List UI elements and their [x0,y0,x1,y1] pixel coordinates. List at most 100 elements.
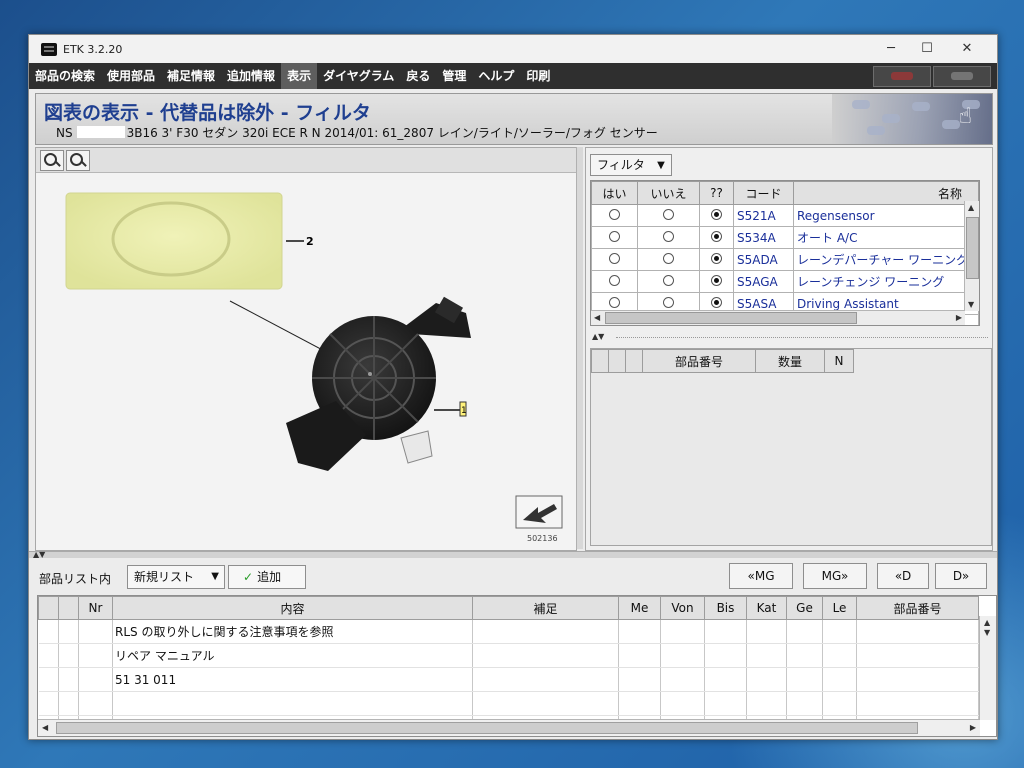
zoom-out-button[interactable] [66,150,90,171]
col-quantity[interactable]: 数量 [755,349,825,373]
col-code[interactable]: コード [733,181,794,205]
arrow-icon[interactable] [515,495,563,529]
next-mg-button[interactable]: MG» [803,563,867,589]
col-mark[interactable] [58,596,79,620]
parts-list-vscroll[interactable]: ▲ ▼ [979,616,996,720]
scroll-thumb[interactable] [966,217,979,279]
row-cell [618,691,661,716]
row-content: リペア マニュアル [112,643,473,668]
col-part-number[interactable]: 部品番号 [642,349,756,373]
col-supplement[interactable]: 補足 [472,596,619,620]
option-row[interactable]: S5ADA レーンデパーチャー ワーニング [591,248,979,271]
option-row[interactable]: S5AGA レーンチェンジ ワーニング [591,270,979,293]
col-bis[interactable]: Bis [704,596,747,620]
option-row[interactable]: S521A Regensensor [591,204,979,227]
table-row[interactable]: リペア マニュアル [38,643,979,668]
radio-yes[interactable] [609,274,620,286]
menu-display[interactable]: 表示 [281,63,318,89]
radio-cell [591,226,638,249]
table-row[interactable]: 51 31 011 [38,667,979,692]
col-yes[interactable]: はい [591,181,638,205]
callout-1[interactable]: 1 [461,406,467,416]
parts-diagram[interactable]: 2 1 502136 [36,173,576,550]
col-unknown[interactable]: ?? [699,181,734,205]
col-me[interactable]: Me [618,596,661,620]
col-content[interactable]: 内容 [112,596,473,620]
col-le[interactable]: Le [822,596,857,620]
table-row[interactable]: RLS の取り外しに関する注意事項を参照 [38,619,979,644]
row-cell [856,691,979,716]
col-von[interactable]: Von [660,596,705,620]
menu-diagram[interactable]: ダイヤグラム [317,63,400,89]
col-nr[interactable]: Nr [78,596,113,620]
col-kat[interactable]: Kat [746,596,787,620]
row-cell [746,691,787,716]
col-blank-3[interactable] [625,349,643,373]
close-button[interactable]: ✕ [953,39,981,59]
radio-yes[interactable] [609,208,620,220]
radio-yes[interactable] [609,252,620,264]
row-cell [856,667,979,692]
option-row[interactable]: S534A オート A/C [591,226,979,249]
filter-dropdown[interactable]: フィルタ ▼ [590,154,672,176]
vehicle-button[interactable] [873,66,931,87]
zoom-in-button[interactable] [40,150,64,171]
next-d-button[interactable]: D» [935,563,987,589]
option-table-vscroll[interactable]: ▲ ▼ [964,201,979,311]
callout-2[interactable]: 2 [306,235,314,248]
col-name[interactable]: 名称 [793,181,979,205]
vehicle-button-2[interactable] [933,66,991,87]
col-part-no[interactable]: 部品番号 [856,596,979,620]
col-ge[interactable]: Ge [786,596,823,620]
radio-unknown[interactable] [711,252,722,264]
collapse-arrows-icon[interactable]: ▲▼ [592,332,604,341]
prev-d-button[interactable]: «D [877,563,929,589]
radio-unknown[interactable] [711,296,722,308]
menu-used-parts[interactable]: 使用部品 [101,63,161,89]
parts-list-select[interactable]: 新規リスト ▼ [127,565,225,589]
radio-yes[interactable] [609,296,620,308]
col-no[interactable]: いいえ [637,181,700,205]
radio-no[interactable] [663,230,674,242]
minimize-button[interactable]: ─ [877,39,905,59]
parts-quantity-table: 部品番号 数量 N [590,348,992,546]
radio-no[interactable] [663,296,674,308]
radio-unknown[interactable] [711,208,722,220]
row-cell [660,667,705,692]
scroll-thumb[interactable] [605,312,857,324]
vertical-splitter[interactable] [576,147,583,549]
radio-no[interactable] [663,252,674,264]
menu-additional-info[interactable]: 追加情報 [221,63,281,89]
radio-no[interactable] [663,208,674,220]
prev-mg-button[interactable]: «MG [729,563,793,589]
radio-no[interactable] [663,274,674,286]
option-name: レーンデパーチャー ワーニング [793,248,979,271]
maximize-button[interactable]: ☐ [913,39,941,59]
scroll-thumb[interactable] [56,722,918,734]
row-cell [472,691,619,716]
col-n[interactable]: N [824,349,854,373]
menu-back[interactable]: 戻る [400,63,436,89]
radio-unknown[interactable] [711,274,722,286]
table-row[interactable] [38,691,979,716]
row-cell [822,667,857,692]
radio-cell [591,270,638,293]
col-blank-2[interactable] [608,349,626,373]
parts-list-hscroll[interactable]: ◀ ▶ [38,719,980,736]
menu-supplementary-info[interactable]: 補足情報 [161,63,221,89]
radio-unknown[interactable] [711,230,722,242]
menu-admin[interactable]: 管理 [436,63,472,89]
window-title: ETK 3.2.20 [63,43,123,56]
add-button[interactable]: ✓ 追加 [228,565,306,589]
menu-search-parts[interactable]: 部品の検索 [29,63,101,89]
radio-yes[interactable] [609,230,620,242]
menu-help[interactable]: ヘルプ [472,63,520,89]
option-table-hscroll[interactable]: ◀ ▶ [591,310,965,325]
splitter-line [616,337,988,338]
zoom-toolbar [36,148,576,173]
row-cell [856,643,979,668]
menu-bar: 部品の検索 使用部品 補足情報 追加情報 表示 ダイヤグラム 戻る 管理 ヘルプ 印刷 [29,63,997,89]
option-name: オート A/C [793,226,979,249]
menu-print[interactable]: 印刷 [520,63,556,89]
col-blank-1[interactable] [591,349,609,373]
